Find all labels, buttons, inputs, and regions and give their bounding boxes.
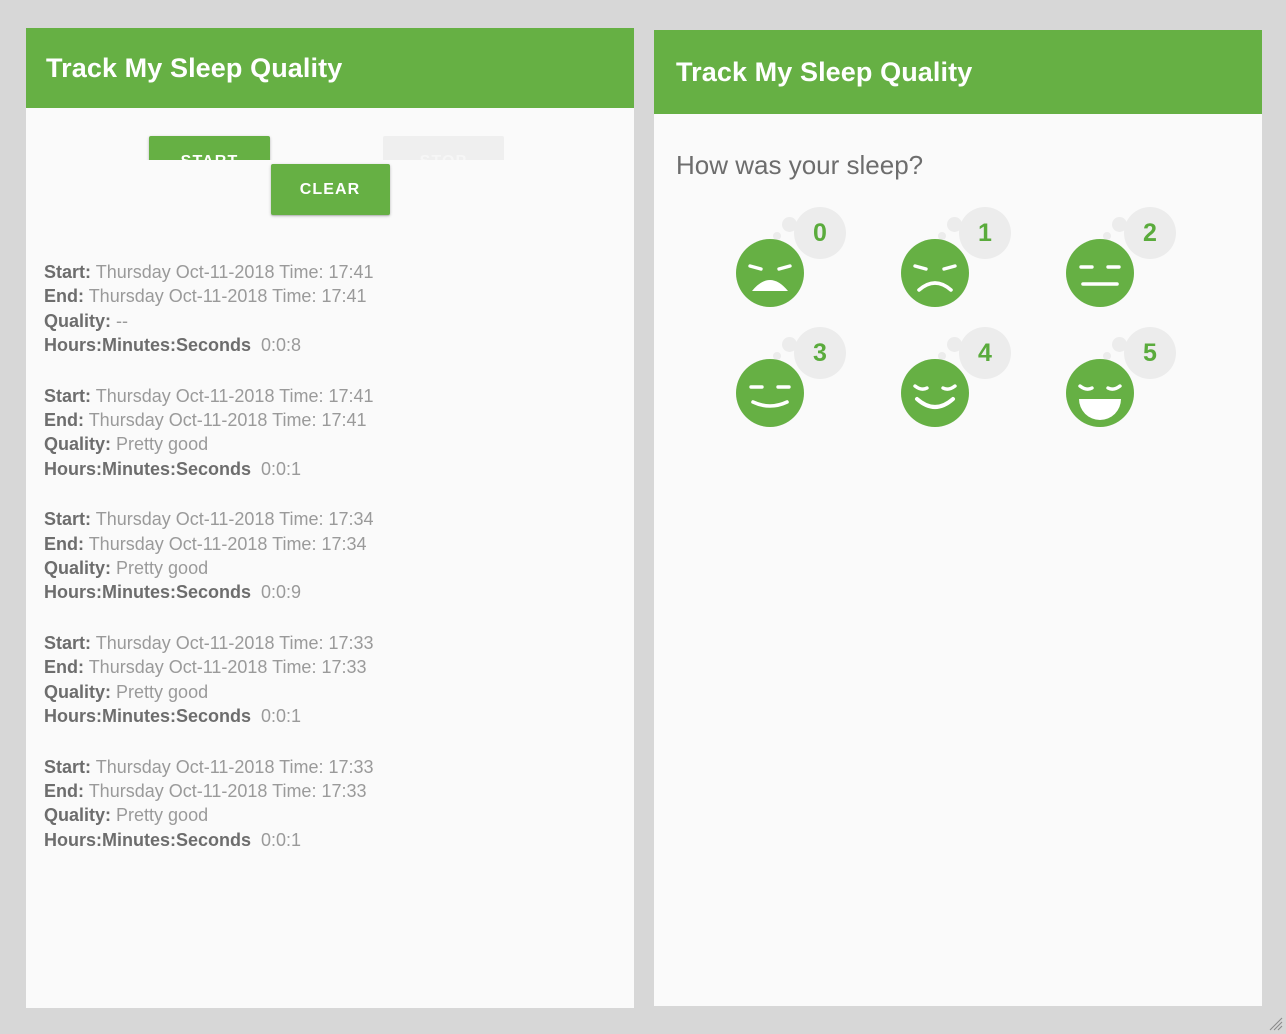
sleep-quality-2[interactable]: 2	[1050, 207, 1215, 327]
entry-end-line: End: Thursday Oct-11-2018 Time: 17:34	[44, 532, 634, 556]
entry-start-label: Start:	[44, 386, 91, 406]
sleep-quality-panel: Track My Sleep Quality How was your slee…	[654, 30, 1262, 1006]
right-panel-title: Track My Sleep Quality	[676, 57, 972, 88]
sad-face-icon[interactable]	[901, 239, 969, 307]
entry-end-label: End:	[44, 781, 84, 801]
clear-button[interactable]: CLEAR	[271, 164, 390, 215]
entry-quality-line: Quality: Pretty good	[44, 556, 634, 580]
entry-end-line: End: Thursday Oct-11-2018 Time: 17:33	[44, 655, 634, 679]
entry-duration-value: 0:0:1	[251, 830, 301, 850]
entry-quality-label: Quality:	[44, 682, 111, 702]
entry-quality-value: Pretty good	[116, 558, 208, 578]
entry-duration-label: Hours:Minutes:Seconds	[44, 706, 251, 726]
sleep-quality-4[interactable]: 4	[885, 327, 1050, 447]
entry-duration-line: Hours:Minutes:Seconds0:0:1	[44, 457, 634, 481]
entry-start-label: Start:	[44, 262, 91, 282]
entry-duration-value: 0:0:1	[251, 459, 301, 479]
neutral-face-icon[interactable]	[1066, 239, 1134, 307]
entry-duration-value: 0:0:8	[251, 335, 301, 355]
entry-quality-label: Quality:	[44, 311, 111, 331]
entry-start-label: Start:	[44, 509, 91, 529]
app-window: Track My Sleep Quality START STOP HERE I…	[0, 0, 1286, 1034]
sleep-quality-0[interactable]: 0	[720, 207, 885, 327]
entry-start-line: Start: Thursday Oct-11-2018 Time: 17:33	[44, 755, 634, 779]
entry-duration-line: Hours:Minutes:Seconds0:0:1	[44, 828, 634, 852]
sleep-entry: Start: Thursday Oct-11-2018 Time: 17:33E…	[26, 631, 634, 729]
entry-duration-line: Hours:Minutes:Seconds0:0:1	[44, 704, 634, 728]
entry-end-value: Thursday Oct-11-2018 Time: 17:41	[89, 410, 367, 430]
entry-start-line: Start: Thursday Oct-11-2018 Time: 17:33	[44, 631, 634, 655]
entry-end-label: End:	[44, 410, 84, 430]
entry-quality-line: Quality: Pretty good	[44, 432, 634, 456]
sleep-entry: Start: Thursday Oct-11-2018 Time: 17:33E…	[26, 755, 634, 853]
entry-end-value: Thursday Oct-11-2018 Time: 17:41	[89, 286, 367, 306]
slight-smile-face-icon[interactable]	[736, 359, 804, 427]
entry-duration-value: 0:0:9	[251, 582, 301, 602]
entry-start-value: Thursday Oct-11-2018 Time: 17:33	[96, 633, 374, 653]
entry-quality-label: Quality:	[44, 805, 111, 825]
entry-start-line: Start: Thursday Oct-11-2018 Time: 17:41	[44, 384, 634, 408]
sleep-question: How was your sleep?	[676, 150, 1262, 181]
right-panel-header: Track My Sleep Quality	[654, 30, 1262, 114]
laughing-face-icon[interactable]	[1066, 359, 1134, 427]
entry-duration-label: Hours:Minutes:Seconds	[44, 335, 251, 355]
right-panel-body: How was your sleep? 012 345	[654, 150, 1262, 447]
sleep-rating-grid: 012 345	[720, 207, 1262, 447]
entry-quality-value: Pretty good	[116, 805, 208, 825]
entry-quality-line: Quality: Pretty good	[44, 803, 634, 827]
entry-end-line: End: Thursday Oct-11-2018 Time: 17:41	[44, 284, 634, 308]
entry-quality-value: Pretty good	[116, 434, 208, 454]
sleep-entry: Start: Thursday Oct-11-2018 Time: 17:41E…	[26, 260, 634, 358]
entry-duration-label: Hours:Minutes:Seconds	[44, 830, 251, 850]
entry-end-label: End:	[44, 286, 84, 306]
sleep-entry: Start: Thursday Oct-11-2018 Time: 17:34E…	[26, 507, 634, 605]
entry-duration-value: 0:0:1	[251, 706, 301, 726]
entry-duration-label: Hours:Minutes:Seconds	[44, 459, 251, 479]
very-angry-face-icon[interactable]	[736, 239, 804, 307]
entry-end-line: End: Thursday Oct-11-2018 Time: 17:33	[44, 779, 634, 803]
resize-grip-icon[interactable]	[1269, 1017, 1283, 1031]
sleep-data-list[interactable]: Start: Thursday Oct-11-2018 Time: 17:41E…	[26, 260, 634, 1008]
entry-quality-value: Pretty good	[116, 682, 208, 702]
entry-start-line: Start: Thursday Oct-11-2018 Time: 17:41	[44, 260, 634, 284]
entry-start-value: Thursday Oct-11-2018 Time: 17:33	[96, 757, 374, 777]
entry-start-label: Start:	[44, 757, 91, 777]
entry-start-value: Thursday Oct-11-2018 Time: 17:41	[96, 386, 374, 406]
entry-quality-label: Quality:	[44, 558, 111, 578]
left-panel-title: Track My Sleep Quality	[46, 53, 342, 84]
clear-button-container: CLEAR	[26, 164, 634, 215]
entry-quality-label: Quality:	[44, 434, 111, 454]
entry-start-line: Start: Thursday Oct-11-2018 Time: 17:34	[44, 507, 634, 531]
entry-end-value: Thursday Oct-11-2018 Time: 17:33	[89, 781, 367, 801]
entry-end-line: End: Thursday Oct-11-2018 Time: 17:41	[44, 408, 634, 432]
sleep-quality-5[interactable]: 5	[1050, 327, 1215, 447]
sleep-data-panel: Track My Sleep Quality START STOP HERE I…	[26, 28, 634, 1008]
left-panel-body: START STOP HERE IS YOUR SLEEP DATA Start…	[26, 108, 634, 245]
entry-end-label: End:	[44, 657, 84, 677]
happy-face-icon[interactable]	[901, 359, 969, 427]
entry-start-label: Start:	[44, 633, 91, 653]
entry-quality-line: Quality: --	[44, 309, 634, 333]
entry-quality-value: --	[116, 311, 128, 331]
entry-end-label: End:	[44, 534, 84, 554]
sleep-entry: Start: Thursday Oct-11-2018 Time: 17:41E…	[26, 384, 634, 482]
entry-start-value: Thursday Oct-11-2018 Time: 17:34	[96, 509, 374, 529]
entry-duration-label: Hours:Minutes:Seconds	[44, 582, 251, 602]
entry-start-value: Thursday Oct-11-2018 Time: 17:41	[96, 262, 374, 282]
sleep-quality-1[interactable]: 1	[885, 207, 1050, 327]
entry-duration-line: Hours:Minutes:Seconds0:0:8	[44, 333, 634, 357]
entry-quality-line: Quality: Pretty good	[44, 680, 634, 704]
sleep-quality-3[interactable]: 3	[720, 327, 885, 447]
sleep-data-heading: HERE IS YOUR SLEEP DATA	[44, 218, 634, 245]
left-panel-header: Track My Sleep Quality	[26, 28, 634, 108]
entry-duration-line: Hours:Minutes:Seconds0:0:9	[44, 580, 634, 604]
entry-end-value: Thursday Oct-11-2018 Time: 17:33	[89, 657, 367, 677]
entry-end-value: Thursday Oct-11-2018 Time: 17:34	[89, 534, 367, 554]
